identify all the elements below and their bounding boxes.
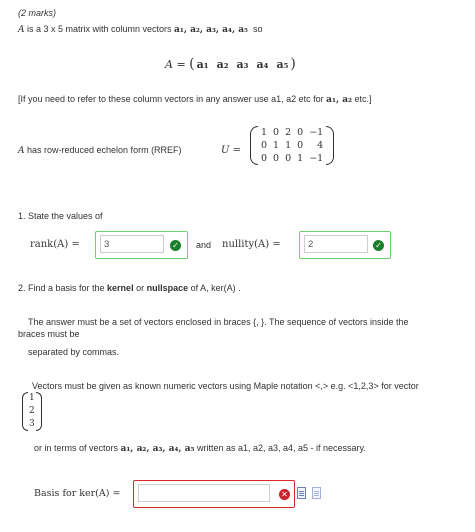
u-label: U = bbox=[221, 145, 241, 156]
help-doc-icon[interactable] bbox=[312, 487, 321, 499]
intro-text: is a 3 x 5 matrix with column vectors bbox=[24, 24, 175, 34]
basis-input[interactable] bbox=[138, 484, 270, 502]
col-a5: a₅ bbox=[276, 58, 289, 71]
q2-nullspace: nullspace bbox=[146, 283, 189, 293]
matrix-cell: 0 bbox=[297, 127, 304, 138]
instr4-post: written as a1, a2, a3, a4, a5 - if neces… bbox=[194, 443, 366, 453]
rank-answer-box: 3 ✓ bbox=[95, 231, 188, 259]
instruction-3: Vectors must be given as known numeric v… bbox=[32, 381, 419, 391]
q2-or: or bbox=[133, 283, 147, 293]
q2-text-post: of A, ker(A) . bbox=[188, 283, 241, 293]
basis-label: Basis for ker(A) = bbox=[34, 488, 121, 499]
intro-line: A is a 3 x 5 matrix with column vectors … bbox=[18, 24, 263, 35]
matrix-cell: 1 bbox=[297, 153, 304, 164]
note-vectors: a₁, a₂ bbox=[326, 95, 352, 105]
col-a3: a₃ bbox=[236, 58, 249, 71]
instruction-4: or in terms of vectors a₁, a₂, a₃, a₄, a… bbox=[34, 443, 366, 454]
instruction-2: separated by commas. bbox=[28, 347, 120, 357]
nullity-label: nullity(A) = bbox=[222, 239, 281, 250]
q2-kernel: kernel bbox=[107, 283, 134, 293]
matrix-cell: 0 bbox=[285, 153, 292, 164]
instruction-1: The answer must be a set of vectors encl… bbox=[28, 317, 409, 327]
and-label: and bbox=[196, 240, 212, 250]
error-x-icon: ✕ bbox=[279, 489, 290, 500]
intro-vectors: a₁, a₂, a₃, a₄, a₅ bbox=[174, 25, 248, 35]
marks-label: (2 marks) bbox=[18, 8, 56, 18]
rref-label: A has row-reduced echelon form (RREF) bbox=[18, 145, 182, 156]
matrix-cell: 1 bbox=[261, 127, 268, 138]
matrix-cell: 0 bbox=[261, 140, 268, 151]
matrix-cell: 0 bbox=[261, 153, 268, 164]
note-etc: etc.] bbox=[352, 94, 372, 104]
col-a4: a₄ bbox=[256, 58, 269, 71]
example-vector-entry: 1 bbox=[29, 393, 35, 403]
q2-text-pre: 2. Find a basis for the bbox=[18, 283, 108, 293]
matrix-cell: 4 bbox=[317, 140, 324, 151]
correct-check-icon: ✓ bbox=[170, 240, 181, 251]
question-2: 2. Find a basis for the kernel or nullsp… bbox=[18, 283, 241, 293]
matrix-cell: 0 bbox=[273, 127, 280, 138]
basis-answer-box: ✕ bbox=[133, 480, 295, 508]
example-vector-entry: 2 bbox=[29, 406, 35, 416]
preview-icon[interactable] bbox=[297, 487, 306, 499]
correct-check-icon: ✓ bbox=[373, 240, 384, 251]
column-equation: A = (a₁ a₂ a₃ a₄ a₅) bbox=[165, 56, 296, 72]
col-a1: a₁ bbox=[196, 58, 209, 71]
example-vector: 1 2 3 bbox=[22, 392, 42, 431]
instruction-1b: braces must be bbox=[18, 329, 80, 339]
matrix-cell: −1 bbox=[309, 127, 324, 138]
note-text: [If you need to refer to these column ve… bbox=[18, 94, 327, 104]
matrix-cell: 0 bbox=[297, 140, 304, 151]
matrix-cell: −1 bbox=[309, 153, 324, 164]
matrix-cell: 2 bbox=[285, 127, 292, 138]
matrix-cell: 0 bbox=[273, 153, 280, 164]
col-a2: a₂ bbox=[216, 58, 229, 71]
nullity-answer-box: 2 ✓ bbox=[299, 231, 391, 259]
rref-matrix: 1 0 2 0 −1 0 1 1 0 4 0 0 0 1 −1 bbox=[250, 126, 335, 165]
intro-so: so bbox=[253, 24, 263, 34]
nullity-input[interactable]: 2 bbox=[304, 235, 368, 253]
matrix-cell: 1 bbox=[285, 140, 292, 151]
instr4-vectors: a₁, a₂, a₃, a₄, a₅ bbox=[120, 444, 195, 454]
rank-input[interactable]: 3 bbox=[100, 235, 164, 253]
example-vector-entry: 3 bbox=[29, 419, 35, 429]
rank-label: rank(A) = bbox=[30, 239, 80, 250]
rref-text: has row-reduced echelon form (RREF) bbox=[24, 145, 182, 155]
matrix-cell: 1 bbox=[273, 140, 280, 151]
notation-note: [If you need to refer to these column ve… bbox=[18, 94, 372, 105]
question-1: 1. State the values of bbox=[18, 211, 103, 221]
equation-lhs: A = bbox=[165, 58, 190, 71]
instr4-pre: or in terms of vectors bbox=[34, 443, 121, 453]
